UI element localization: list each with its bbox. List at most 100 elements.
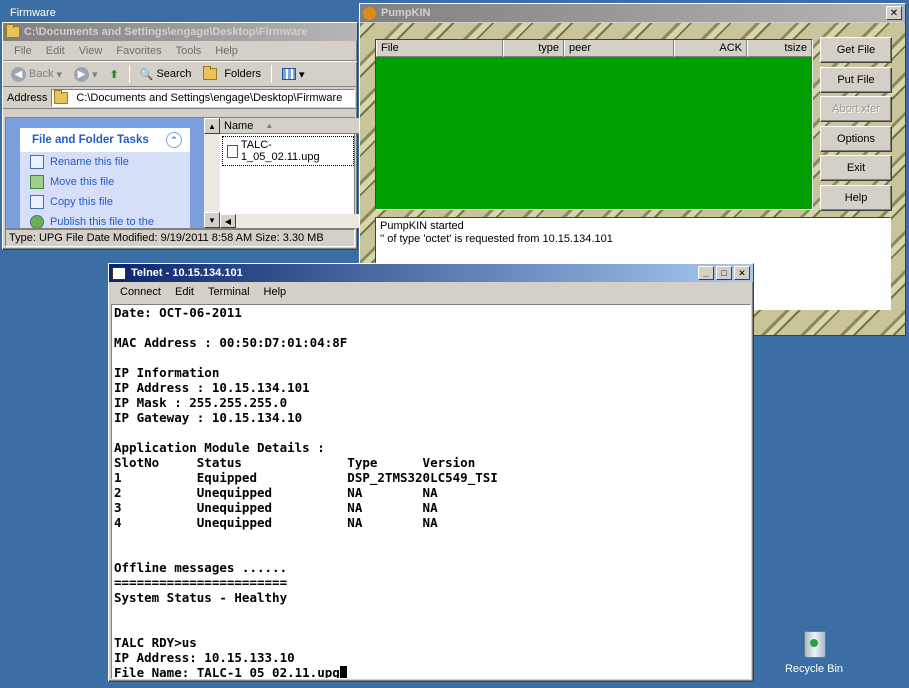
log-line: PumpKIN started [380,220,464,232]
explorer-title: C:\Documents and Settings\engage\Desktop… [24,26,308,38]
column-header-name[interactable]: Name ▲ [220,118,360,134]
scroll-up-icon[interactable]: ▲ [204,118,220,134]
rename-icon [30,155,44,169]
pumpkin-title: PumpKIN [381,7,431,19]
file-list-hscrollbar[interactable]: ◀ [220,214,360,228]
scroll-left-icon[interactable]: ◀ [220,214,236,228]
pumpkin-button-column: Get File Put File Abort xfer Options Exi… [820,37,894,214]
terminal-line: IP Gateway : 10.15.134.10 [114,410,303,425]
copy-icon [30,195,44,209]
minimize-icon[interactable]: _ [698,266,714,280]
telnet-menubar: Connect Edit Terminal Help [109,282,753,302]
menu-edit[interactable]: Edit [168,286,201,298]
task-publish[interactable]: Publish this file to the [20,212,190,228]
close-icon[interactable]: ✕ [886,6,902,20]
pumpkin-titlebar[interactable]: PumpKIN ✕ [360,4,905,22]
file-icon [227,144,238,158]
terminal-line: TALC RDY>us [114,635,197,650]
transfer-list[interactable]: File type peer ACK tsize [375,39,813,210]
back-arrow-icon: ◀ [11,66,26,82]
move-icon [30,175,44,189]
menu-favorites[interactable]: Favorites [109,45,168,57]
terminal-line: IP Mask : 255.255.255.0 [114,395,288,410]
menu-edit[interactable]: Edit [39,45,72,57]
column-ack[interactable]: ACK [674,40,747,57]
terminal-line: 4 Unequipped NA NA [114,515,438,530]
explorer-titlebar[interactable]: C:\Documents and Settings\engage\Desktop… [3,23,357,41]
terminal-last-line: File Name: TALC-1_05_02.11.upg [114,665,748,678]
folder-icon [6,24,20,38]
menu-tools[interactable]: Tools [169,45,209,57]
explorer-content: File and Folder Tasks ⌃ Rename this file… [5,117,360,229]
menu-terminal[interactable]: Terminal [201,286,257,298]
telnet-window[interactable]: Telnet - 10.15.134.101 _ □ ✕ Connect Edi… [108,263,754,682]
recycle-bin-label: Recycle Bin [784,663,844,675]
terminal-line: MAC Address : 00:50:D7:01:04:8F [114,335,348,350]
search-icon: 🔍 [139,68,154,81]
views-button[interactable]: ▾ [278,66,309,83]
column-type[interactable]: type [503,40,564,57]
task-pane-scrollbar[interactable]: ▲ ▼ [204,118,220,228]
abort-xfer-button[interactable]: Abort xfer [820,96,892,122]
column-file[interactable]: File [376,40,503,57]
telnet-app-icon [112,266,126,280]
terminal-line: Application Module Details : [114,440,325,455]
up-folder-button[interactable]: ⬆ [106,66,123,83]
column-peer[interactable]: peer [564,40,674,57]
telnet-titlebar[interactable]: Telnet - 10.15.134.101 _ □ ✕ [109,264,753,282]
collapse-chevron-icon[interactable]: ⌃ [166,132,182,148]
file-folder-tasks-panel: File and Folder Tasks ⌃ Rename this file… [20,128,190,228]
terminal-screen[interactable]: Date: OCT-06-2011 MAC Address : 00:50:D7… [111,304,751,679]
explorer-statusbar: Type: UPG File Date Modified: 9/19/2011 … [5,229,355,247]
telnet-title: Telnet - 10.15.134.101 [131,267,243,279]
log-line: '' of type 'octet' is requested from 10.… [380,233,613,245]
explorer-window[interactable]: C:\Documents and Settings\engage\Desktop… [2,22,360,250]
close-icon[interactable]: ✕ [734,266,750,280]
terminal-line: Offline messages ...... [114,560,288,575]
get-file-button[interactable]: Get File [820,37,892,63]
terminal-cursor [339,666,347,678]
folders-button[interactable]: Folders [199,66,265,82]
search-button[interactable]: 🔍 Search [136,66,196,83]
tasks-heading[interactable]: File and Folder Tasks ⌃ [20,128,190,152]
options-button[interactable]: Options [820,125,892,152]
task-copy[interactable]: Copy this file [20,192,190,212]
terminal-line: IP Information [114,365,220,380]
up-folder-icon: ⬆ [109,68,119,81]
recycle-bin[interactable]: Recycle Bin [782,627,846,675]
toolbar-separator [271,65,272,83]
task-rename[interactable]: Rename this file [20,152,190,172]
put-file-button[interactable]: Put File [820,66,892,93]
column-tsize[interactable]: tsize [747,40,812,57]
help-button[interactable]: Help [820,184,892,211]
maximize-icon[interactable]: □ [716,266,732,280]
terminal-line: 3 Unequipped NA NA [114,500,438,515]
terminal-line: System Status - Healthy [114,590,288,605]
file-list: Name ▲ TALC-1_05_02.11.upg ◀ [220,118,360,228]
menu-help[interactable]: Help [257,286,294,298]
back-button[interactable]: ◀ Back ▾ [7,65,66,84]
chevron-down-icon: ▾ [56,68,62,81]
chevron-down-icon: ▾ [92,68,98,81]
exit-button[interactable]: Exit [820,155,892,181]
menu-help[interactable]: Help [208,45,245,57]
file-item[interactable]: TALC-1_05_02.11.upg [222,136,354,166]
sort-up-icon: ▲ [265,121,274,130]
menu-file[interactable]: File [7,45,39,57]
menu-connect[interactable]: Connect [113,286,168,298]
forward-button[interactable]: ▶ ▾ [70,65,102,84]
address-bar: Address C:\Documents and Settings\engage… [3,87,357,109]
chevron-down-icon: ▾ [299,68,305,81]
task-move[interactable]: Move this file [20,172,190,192]
folder-icon [54,89,69,104]
address-label: Address [7,91,48,104]
scroll-down-icon[interactable]: ▼ [204,212,220,228]
address-input[interactable]: C:\Documents and Settings\engage\Desktop… [51,88,355,107]
menu-view[interactable]: View [72,45,110,57]
terminal-line: 1 Equipped DSP_2TMS320LC549_TSI [114,470,498,485]
terminal-line: SlotNo Status Type Version [114,455,476,470]
